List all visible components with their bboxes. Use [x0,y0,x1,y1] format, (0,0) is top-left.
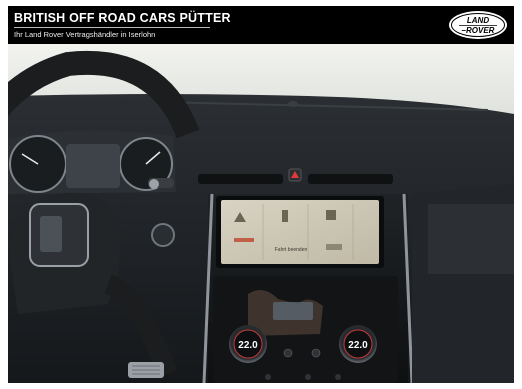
right-vent [308,174,393,184]
console-button-1 [283,348,293,358]
header-divider [14,27,210,28]
left-temp-readout: 22.0 [238,340,258,351]
dealer-header: BRITISH OFF ROAD CARS PÜTTER Ihr Land Ro… [8,6,514,44]
glovebox-area [428,204,514,274]
left-climate-knob: 22.0 [229,325,267,363]
console-button-2 [311,348,321,358]
right-climate-knob: 22.0 [339,325,377,363]
screen-status-text: Fahrt beenden [275,247,308,253]
engine-start-button [151,223,175,247]
left-vent [198,174,283,184]
stalk-button [149,179,159,189]
dealer-name: BRITISH OFF ROAD CARS PÜTTER [14,11,231,25]
svg-text:LAND: LAND [467,16,489,25]
dealer-subtitle: Ihr Land Rover Vertragshändler in Iserlo… [14,30,156,39]
right-temp-readout: 22.0 [348,340,368,351]
console-button-3 [265,374,271,380]
infotainment-touchscreen: Fahrt beenden [216,196,384,268]
listing-photo-frame: BRITISH OFF ROAD CARS PÜTTER Ihr Land Ro… [8,6,514,383]
car-interior-photo: Fahrt beenden 22.0 22.0 [8,44,514,383]
svg-text:–ROVER: –ROVER [462,26,495,35]
pedals [128,362,164,378]
console-button-4 [305,374,311,380]
land-rover-logo: LAND –ROVER [449,11,507,39]
console-button-5 [335,374,341,380]
